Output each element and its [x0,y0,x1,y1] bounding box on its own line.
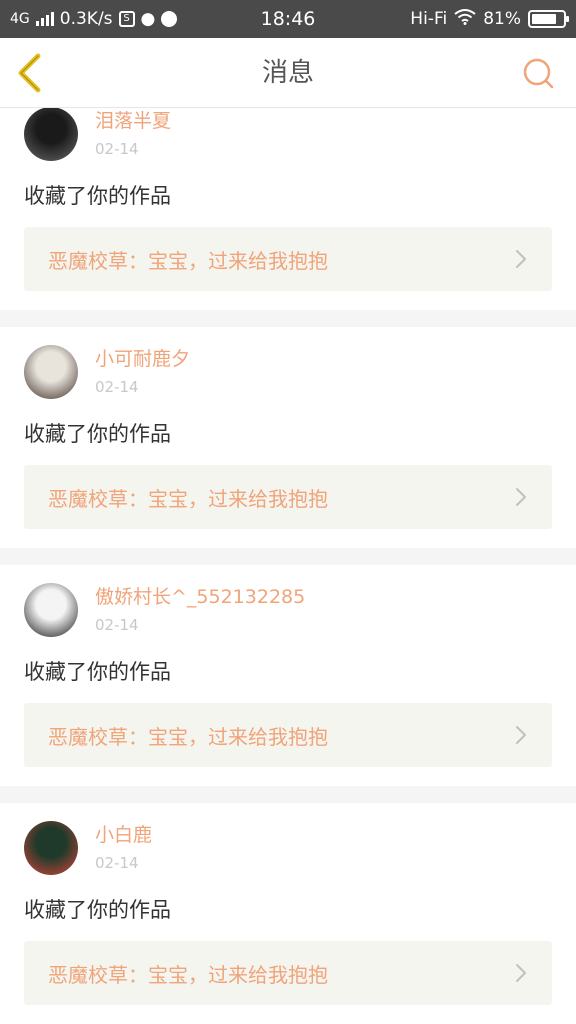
s-app-icon: S [118,11,135,27]
chevron-right-icon [516,250,526,268]
qq-icon: ● [140,9,156,29]
message-list[interactable]: 泪落半夏 02-14 收藏了你的作品 恶魔校草：宝宝，过来给我抱抱 小可耐鹿夕 … [0,108,576,1024]
status-right: Hi-Fi 81% [410,8,569,30]
message-date: 02-14 [95,854,139,872]
status-left: 4G 0.3K/s S ● [10,9,410,29]
browser-icon [161,11,178,27]
page-title: 消息 [261,58,314,88]
message-meta: 小可耐鹿夕 02-14 [95,345,190,399]
avatar[interactable] [24,821,78,875]
work-link[interactable]: 恶魔校草：宝宝，过来给我抱抱 [24,941,552,1005]
username[interactable]: 小可耐鹿夕 [95,347,190,371]
work-link[interactable]: 恶魔校草：宝宝，过来给我抱抱 [24,465,552,529]
message-meta: 泪落半夏 02-14 [95,108,171,161]
chevron-right-icon [516,726,526,744]
message-action: 收藏了你的作品 [24,422,171,446]
message-header: 泪落半夏 02-14 [24,108,552,161]
work-title: 恶魔校草：宝宝，过来给我抱抱 [48,248,328,273]
message-header: 小白鹿 02-14 [24,821,552,875]
message-date: 02-14 [95,616,139,634]
message-header: 小可耐鹿夕 02-14 [24,345,552,399]
message-header: 傲娇村长^_552132285 02-14 [24,583,552,637]
message-card: 泪落半夏 02-14 收藏了你的作品 恶魔校草：宝宝，过来给我抱抱 [0,108,576,310]
avatar[interactable] [24,345,78,399]
work-title: 恶魔校草：宝宝，过来给我抱抱 [48,486,328,511]
message-action: 收藏了你的作品 [24,184,171,208]
status-bar: 4G 0.3K/s S ● 18:46 Hi-Fi 81% [0,0,576,38]
message-meta: 小白鹿 02-14 [95,821,152,875]
battery-icon [528,10,569,28]
work-title: 恶魔校草：宝宝，过来给我抱抱 [48,962,328,987]
avatar[interactable] [24,583,78,637]
network-type: 4G [10,11,30,27]
message-card: 小白鹿 02-14 收藏了你的作品 恶魔校草：宝宝，过来给我抱抱 [0,803,576,1024]
header: 消息 [0,38,576,108]
work-link[interactable]: 恶魔校草：宝宝，过来给我抱抱 [24,227,552,291]
avatar[interactable] [24,108,78,161]
network-speed: 0.3K/s [59,9,113,29]
message-action: 收藏了你的作品 [24,898,171,922]
work-link[interactable]: 恶魔校草：宝宝，过来给我抱抱 [24,703,552,767]
signal-icon [35,12,54,26]
wifi-label: Hi-Fi [410,9,448,29]
message-action: 收藏了你的作品 [24,660,171,684]
work-title: 恶魔校草：宝宝，过来给我抱抱 [48,724,328,749]
message-card: 傲娇村长^_552132285 02-14 收藏了你的作品 恶魔校草：宝宝，过来… [0,565,576,786]
username[interactable]: 小白鹿 [95,823,152,847]
message-card: 小可耐鹿夕 02-14 收藏了你的作品 恶魔校草：宝宝，过来给我抱抱 [0,327,576,548]
search-icon [523,58,554,89]
message-meta: 傲娇村长^_552132285 02-14 [95,583,305,637]
message-date: 02-14 [95,378,139,396]
chevron-right-icon [516,964,526,982]
wifi-icon [454,8,476,30]
username[interactable]: 泪落半夏 [95,109,171,133]
username[interactable]: 傲娇村长^_552132285 [95,585,305,609]
search-button[interactable] [520,56,556,92]
message-date: 02-14 [95,140,139,158]
battery-percent: 81% [483,9,521,29]
chevron-right-icon [516,488,526,506]
